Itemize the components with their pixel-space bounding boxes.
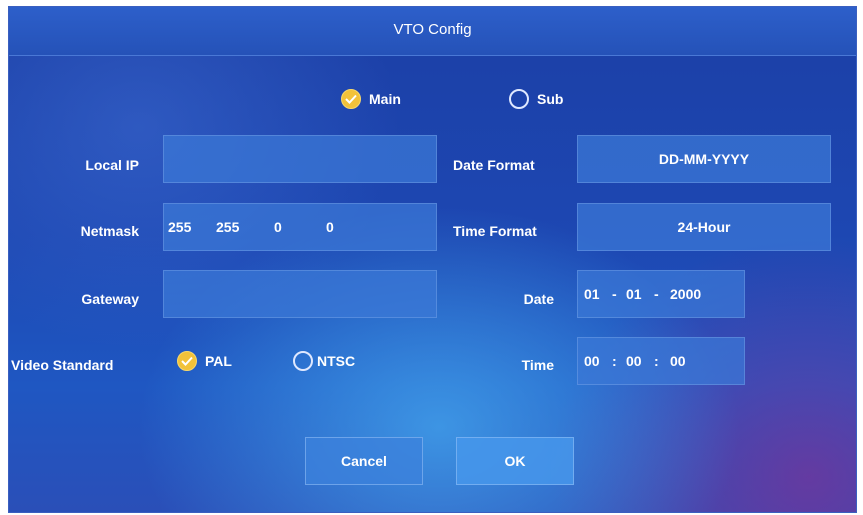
time-format-label: Time Format (453, 223, 537, 239)
date-input[interactable]: 01 - 01 - 2000 (577, 270, 745, 318)
check-circle-icon (177, 351, 197, 371)
ok-button[interactable]: OK (456, 437, 574, 485)
gateway-label: Gateway (81, 291, 139, 307)
radio-main[interactable]: Main (341, 89, 401, 109)
radio-sub-label: Sub (537, 91, 564, 107)
date-day[interactable]: 01 (584, 286, 600, 302)
date-label: Date (523, 291, 554, 307)
date-year[interactable]: 2000 (670, 286, 701, 302)
netmask-label: Netmask (80, 223, 139, 239)
time-sep-1: : (612, 353, 617, 369)
radio-empty-icon (293, 351, 313, 371)
netmask-octet-3[interactable]: 0 (274, 219, 282, 235)
radio-main-label: Main (369, 91, 401, 107)
radio-pal-label: PAL (205, 353, 232, 369)
radio-sub[interactable]: Sub (509, 89, 563, 109)
time-sep-2: : (654, 353, 659, 369)
title-bar: VTO Config (9, 7, 856, 56)
radio-pal[interactable]: PAL (177, 351, 232, 371)
date-sep-1: - (612, 286, 617, 302)
time-hour[interactable]: 00 (584, 353, 600, 369)
date-format-select[interactable]: DD-MM-YYYY (577, 135, 831, 183)
radio-empty-icon (509, 89, 529, 109)
netmask-octet-1[interactable]: 255 (168, 219, 191, 235)
date-format-label: Date Format (453, 157, 535, 173)
video-standard-label: Video Standard (11, 357, 114, 373)
radio-ntsc-label: NTSC (317, 353, 356, 369)
check-circle-icon (341, 89, 361, 109)
netmask-octet-4[interactable]: 0 (326, 219, 334, 235)
radio-ntsc[interactable]: NTSC (293, 351, 355, 371)
time-format-select[interactable]: 24-Hour (577, 203, 831, 251)
vto-config-dialog: VTO Config Main Sub Local IP Netmask Gat… (8, 6, 857, 513)
date-format-value: DD-MM-YYYY (658, 151, 750, 167)
time-second[interactable]: 00 (670, 353, 686, 369)
time-format-value: 24-Hour (677, 219, 731, 235)
date-month[interactable]: 01 (626, 286, 642, 302)
time-label: Time (521, 357, 554, 373)
netmask-input[interactable]: 255 255 0 0 (163, 203, 437, 251)
time-input[interactable]: 00 : 00 : 00 (577, 337, 745, 385)
date-sep-2: - (654, 286, 659, 302)
local-ip-input[interactable] (163, 135, 437, 183)
netmask-octet-2[interactable]: 255 (216, 219, 239, 235)
local-ip-label: Local IP (85, 157, 139, 173)
cancel-button[interactable]: Cancel (305, 437, 423, 485)
time-minute[interactable]: 00 (626, 353, 642, 369)
dialog-title: VTO Config (393, 21, 472, 38)
gateway-input[interactable] (163, 270, 437, 318)
